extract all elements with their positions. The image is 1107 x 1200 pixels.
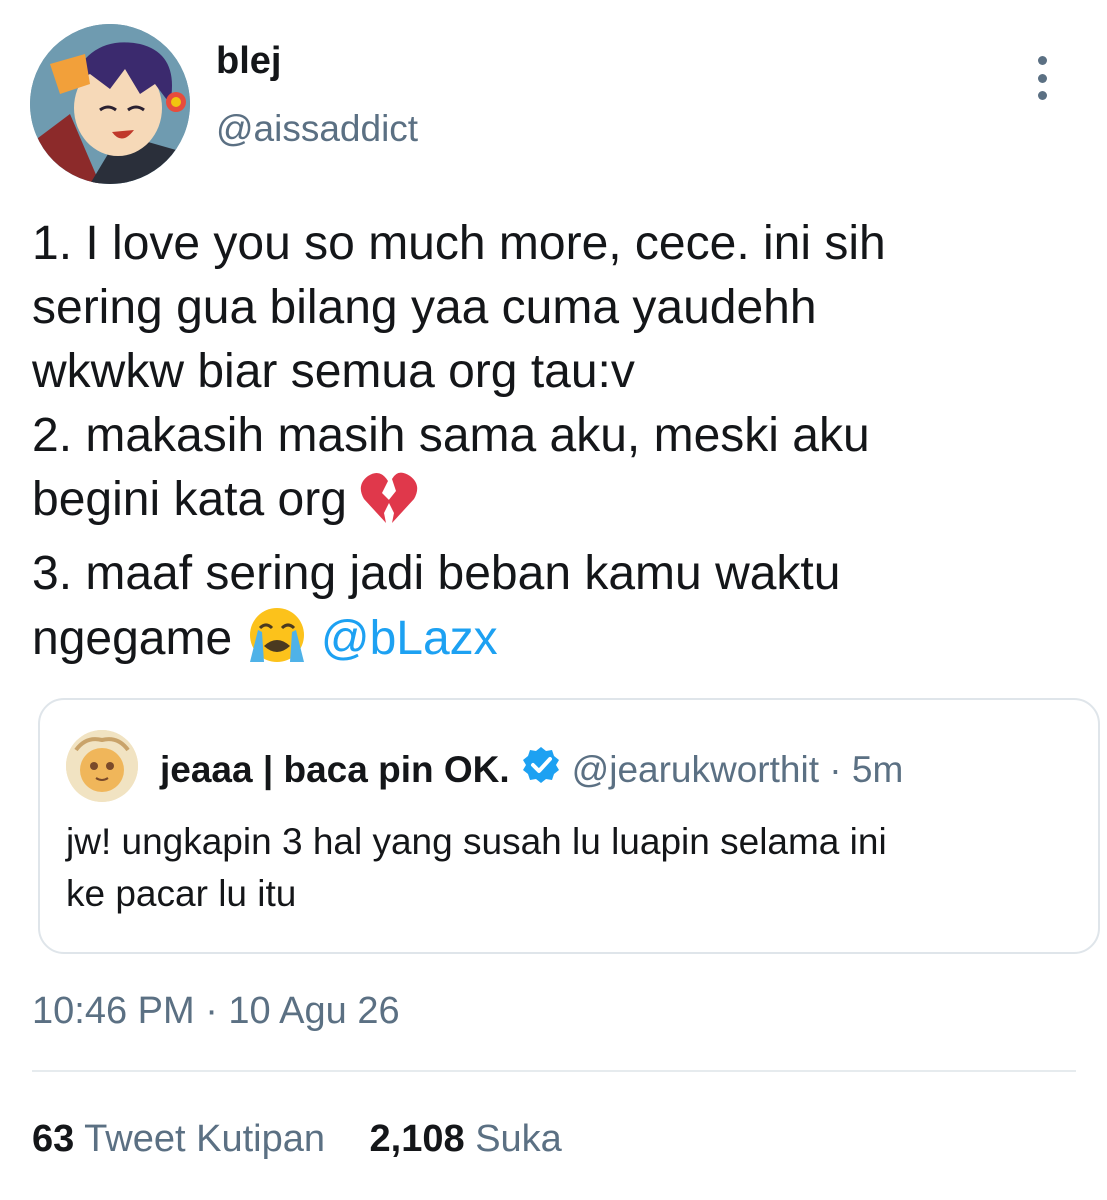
tweet-line-with-emoji: begini kata org: [32, 468, 1082, 542]
tweet-text: 1. I love you so much more, cece. ini si…: [32, 212, 1082, 681]
divider: [32, 1070, 1076, 1072]
quoted-tweet-line: jw! ungkapin 3 hal yang susah lu luapin …: [66, 821, 887, 862]
tweet-line: wkwkw biar semua org tau:v: [32, 345, 635, 398]
quoted-tweet-line: ke pacar lu itu: [66, 873, 297, 914]
tweet-detail: blej @aissaddict 1. I love you so much m…: [0, 0, 1107, 1200]
tweet-line: sering gua bilang yaa cuma yaudehh: [32, 281, 817, 334]
like-label: Suka: [475, 1118, 562, 1160]
quoted-author-handle-time: @jearukworthit · 5m: [571, 748, 904, 790]
author-handle[interactable]: @aissaddict: [216, 108, 418, 150]
quoted-author-name: jeaaa | baca pin OK.: [160, 748, 510, 790]
tweet-stats: 63 Tweet Kutipan 2,108 Suka: [32, 1118, 596, 1161]
more-options-icon[interactable]: [1022, 56, 1062, 100]
tweet-line: begini kata org: [32, 473, 347, 526]
avatar-illustration: [30, 24, 190, 184]
verified-badge-icon: [522, 746, 560, 793]
quote-label: Tweet Kutipan: [84, 1118, 325, 1160]
like-count: 2,108: [369, 1118, 465, 1160]
likes-stat[interactable]: 2,108 Suka: [370, 1118, 562, 1161]
tweet-line: ngegame: [32, 612, 233, 665]
author-avatar[interactable]: [30, 24, 190, 184]
tweet-line: 3. maaf sering jadi beban kamu waktu: [32, 547, 841, 600]
quoted-tweet-header: jeaaa | baca pin OK. @jearukworthit · 5m: [160, 746, 903, 793]
tweet-timestamp[interactable]: 10:46 PM · 10 Agu 26: [32, 990, 400, 1033]
quoted-author-avatar: [66, 730, 138, 802]
quote-count: 63: [32, 1118, 75, 1160]
quote-tweets-stat[interactable]: 63 Tweet Kutipan: [32, 1118, 325, 1161]
mention-link[interactable]: @bLazx: [321, 612, 498, 665]
crying-face-icon: [246, 606, 308, 681]
tweet-line: 2. makasih masih sama aku, meski aku: [32, 409, 870, 462]
tweet-line-with-mention: ngegame @bLazx: [32, 606, 1082, 681]
author-display-name[interactable]: blej: [216, 40, 281, 83]
quoted-tweet-text: jw! ungkapin 3 hal yang susah lu luapin …: [66, 816, 1076, 920]
quoted-tweet-card[interactable]: jeaaa | baca pin OK. @jearukworthit · 5m…: [38, 698, 1100, 954]
tweet-line: 1. I love you so much more, cece. ini si…: [32, 217, 886, 270]
broken-heart-icon: [360, 471, 418, 542]
